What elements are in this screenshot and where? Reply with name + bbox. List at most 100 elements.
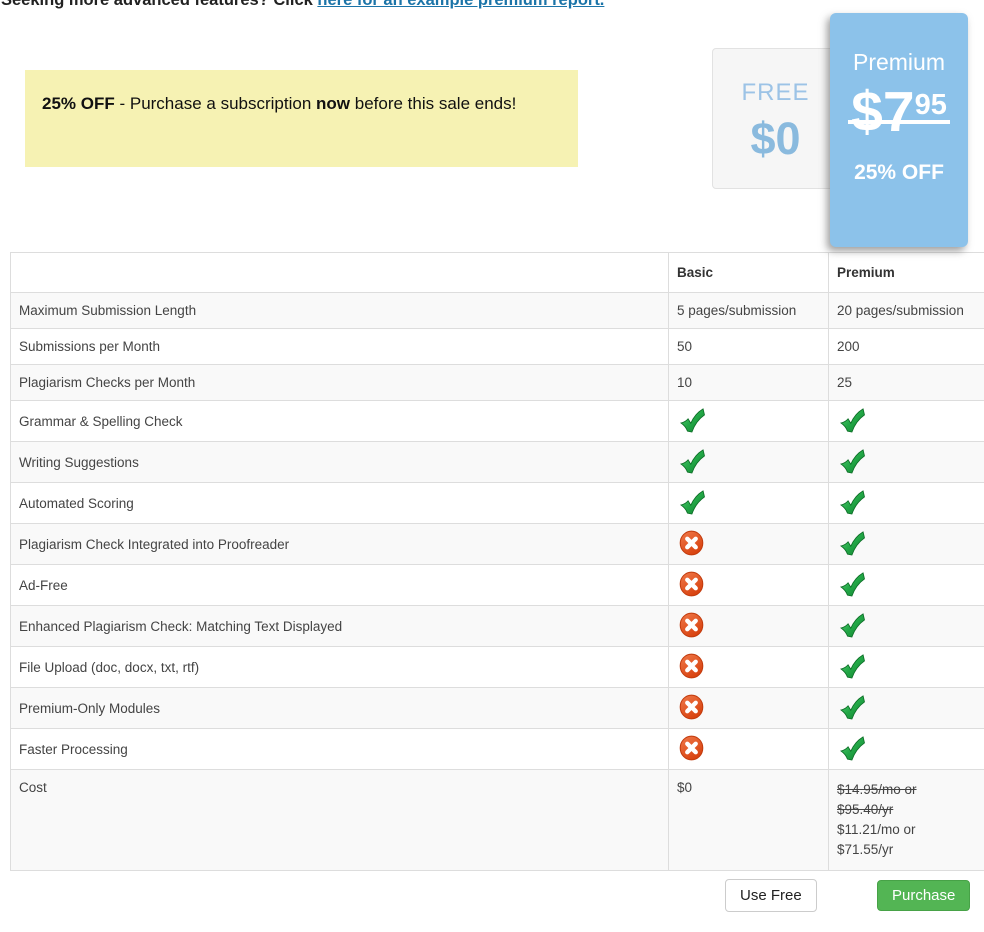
basic-value-cell [669, 483, 829, 524]
premium-price-cents: 95 [915, 89, 947, 121]
feature-name-cell: Plagiarism Checks per Month [11, 365, 669, 401]
premium-column-header: Premium [829, 253, 984, 293]
check-icon [839, 407, 865, 433]
premium-value-cell [829, 729, 984, 770]
basic-value-cell [669, 565, 829, 606]
promo-text-1: - Purchase a subscription [115, 94, 316, 113]
premium-value-cell [829, 606, 984, 647]
feature-name-cell: Faster Processing [11, 729, 669, 770]
price-strikethrough-line [848, 120, 950, 124]
premium-value-cell: 20 pages/submission [829, 293, 984, 329]
old-price-line: $95.40/yr [837, 800, 984, 820]
feature-column-header [11, 253, 669, 293]
feature-name-cell: File Upload (doc, docx, txt, rtf) [11, 647, 669, 688]
cross-icon [679, 653, 705, 679]
table-row: Faster Processing [11, 729, 984, 770]
feature-name-cell: Premium-Only Modules [11, 688, 669, 729]
check-icon [839, 653, 865, 679]
feature-name-cell: Plagiarism Check Integrated into Proofre… [11, 524, 669, 565]
purchase-button[interactable]: Purchase [877, 880, 970, 911]
cross-icon [679, 612, 705, 638]
premium-value-cell [829, 647, 984, 688]
premium-discount-badge: 25% OFF [830, 161, 968, 185]
table-row: Plagiarism Checks per Month1025 [11, 365, 984, 401]
table-row: Premium-Only Modules [11, 688, 984, 729]
table-row: Automated Scoring [11, 483, 984, 524]
sale-price-line: $71.55/yr [837, 840, 984, 860]
premium-value-cell [829, 401, 984, 442]
feature-name-cell: Enhanced Plagiarism Check: Matching Text… [11, 606, 669, 647]
promo-text-2: before this sale ends! [350, 94, 516, 113]
premium-value-cell [829, 565, 984, 606]
table-row: Submissions per Month50200 [11, 329, 984, 365]
premium-price-dollars: $7 [851, 80, 914, 144]
sale-promo-banner: 25% OFF - Purchase a subscription now be… [25, 70, 578, 167]
table-row: Writing Suggestions [11, 442, 984, 483]
basic-value-cell [669, 401, 829, 442]
check-icon [839, 448, 865, 474]
feature-name-cell: Cost [11, 770, 669, 871]
check-icon [839, 694, 865, 720]
table-row: Plagiarism Check Integrated into Proofre… [11, 524, 984, 565]
premium-plan-name: Premium [830, 49, 968, 76]
table-header-row: Basic Premium [11, 253, 984, 293]
feature-name-cell: Grammar & Spelling Check [11, 401, 669, 442]
table-row: Cost$0$14.95/mo or$95.40/yr$11.21/mo or$… [11, 770, 984, 871]
plan-comparison-table: Basic Premium Maximum Submission Length5… [10, 252, 984, 871]
intro-text: Seeking more advanced features? Click he… [1, 0, 604, 10]
premium-report-link[interactable]: here for an example premium report. [317, 0, 604, 9]
check-icon [679, 407, 705, 433]
table-row: Ad-Free [11, 565, 984, 606]
check-icon [679, 448, 705, 474]
use-free-button[interactable]: Use Free [725, 879, 817, 912]
check-icon [679, 489, 705, 515]
check-icon [839, 489, 865, 515]
premium-value-cell: 25 [829, 365, 984, 401]
check-icon [839, 735, 865, 761]
feature-name-cell: Submissions per Month [11, 329, 669, 365]
basic-value-cell: 10 [669, 365, 829, 401]
check-icon [839, 571, 865, 597]
free-plan-card[interactable]: FREE $0 [712, 48, 839, 189]
table-row: Enhanced Plagiarism Check: Matching Text… [11, 606, 984, 647]
premium-value-cell [829, 483, 984, 524]
feature-name-cell: Automated Scoring [11, 483, 669, 524]
table-row: File Upload (doc, docx, txt, rtf) [11, 647, 984, 688]
premium-plan-card[interactable]: Premium $795 25% OFF [830, 13, 968, 247]
free-plan-name: FREE [713, 79, 838, 107]
check-icon [839, 530, 865, 556]
premium-value-cell [829, 442, 984, 483]
feature-name-cell: Ad-Free [11, 565, 669, 606]
check-icon [839, 612, 865, 638]
basic-value-cell [669, 729, 829, 770]
basic-value-cell [669, 524, 829, 565]
basic-value-cell: $0 [669, 770, 829, 871]
basic-column-header: Basic [669, 253, 829, 293]
table-row: Grammar & Spelling Check [11, 401, 984, 442]
basic-value-cell [669, 606, 829, 647]
basic-value-cell [669, 647, 829, 688]
basic-value-cell: 5 pages/submission [669, 293, 829, 329]
basic-value-cell: 50 [669, 329, 829, 365]
free-plan-price: $0 [713, 113, 838, 165]
premium-cost-lines: $14.95/mo or$95.40/yr$11.21/mo or$71.55/… [837, 780, 984, 860]
cross-icon [679, 694, 705, 720]
table-row: Maximum Submission Length5 pages/submiss… [11, 293, 984, 329]
premium-value-cell [829, 524, 984, 565]
promo-discount-text: 25% OFF [42, 94, 115, 113]
premium-plan-price: $795 [851, 84, 947, 141]
feature-name-cell: Writing Suggestions [11, 442, 669, 483]
cross-icon [679, 571, 705, 597]
feature-name-cell: Maximum Submission Length [11, 293, 669, 329]
sale-price-line: $11.21/mo or [837, 820, 984, 840]
premium-value-cell: $14.95/mo or$95.40/yr$11.21/mo or$71.55/… [829, 770, 984, 871]
cross-icon [679, 735, 705, 761]
basic-value-cell [669, 442, 829, 483]
old-price-line: $14.95/mo or [837, 780, 984, 800]
premium-value-cell [829, 688, 984, 729]
intro-text-prefix: Seeking more advanced features? Click [1, 0, 317, 9]
premium-value-cell: 200 [829, 329, 984, 365]
basic-value-cell [669, 688, 829, 729]
cross-icon [679, 530, 705, 556]
promo-now-text: now [316, 94, 350, 113]
